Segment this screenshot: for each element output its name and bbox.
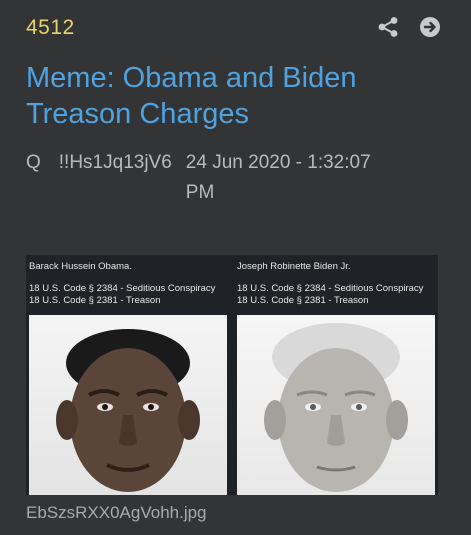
- panel-code: 18 U.S. Code § 2384 - Seditious Conspira…: [237, 283, 424, 294]
- tripcode: !!Hs1Jq13jV6: [58, 152, 172, 173]
- arrow-right-circle-icon[interactable]: [419, 16, 441, 38]
- panel-code: 18 U.S. Code § 2381 - Treason: [237, 295, 369, 306]
- author-name: Q: [26, 152, 41, 173]
- portrait-photo: [29, 315, 227, 495]
- image-panel-biden: Joseph Robinette Biden Jr. 18 U.S. Code …: [234, 255, 438, 495]
- post-title[interactable]: Meme: Obama and Biden Treason Charges: [26, 60, 446, 132]
- post-number[interactable]: 4512: [26, 16, 75, 40]
- panel-code: 18 U.S. Code § 2381 - Treason: [29, 295, 161, 306]
- image-filename[interactable]: EbSzsRXX0AgVohh.jpg: [26, 503, 207, 523]
- panel-caption: Joseph Robinette Biden Jr. 18 U.S. Code …: [234, 255, 438, 307]
- share-icon[interactable]: [377, 16, 399, 38]
- panel-name: Joseph Robinette Biden Jr.: [237, 261, 351, 272]
- portrait-photo: [237, 315, 435, 495]
- post-meta: Q !!Hs1Jq13jV6 24 Jun 2020 - 1:32:07 PM: [26, 148, 446, 208]
- panel-caption: Barack Hussein Obama. 18 U.S. Code § 238…: [26, 255, 230, 307]
- post-actions: [377, 16, 441, 38]
- post-image[interactable]: Barack Hussein Obama. 18 U.S. Code § 238…: [26, 255, 438, 495]
- panel-code: 18 U.S. Code § 2384 - Seditious Conspira…: [29, 283, 216, 294]
- panel-name: Barack Hussein Obama.: [29, 261, 132, 272]
- image-panel-obama: Barack Hussein Obama. 18 U.S. Code § 238…: [26, 255, 230, 495]
- post-timestamp: 24 Jun 2020 - 1:32:07 PM: [185, 152, 371, 203]
